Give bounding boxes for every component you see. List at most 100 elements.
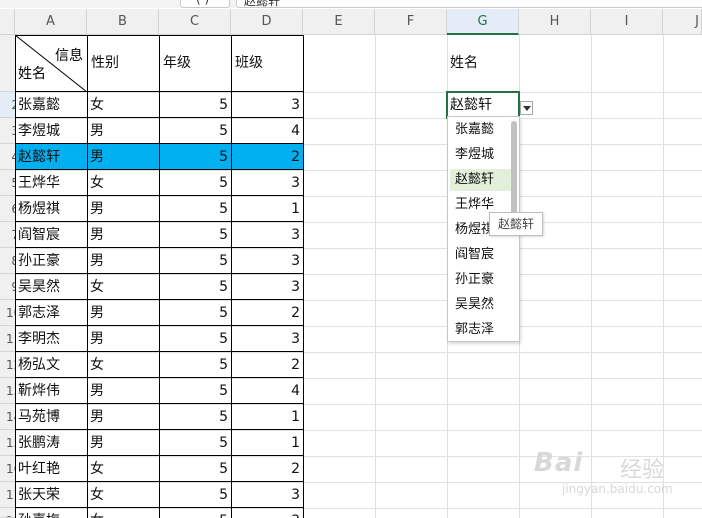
- cell-class[interactable]: 3: [231, 274, 303, 300]
- cell-grade[interactable]: 5: [159, 92, 231, 118]
- column-header-c[interactable]: C: [159, 9, 231, 35]
- cell-grade[interactable]: 5: [159, 144, 231, 170]
- cell-name[interactable]: 靳烨伟: [15, 378, 87, 404]
- cell-grade[interactable]: 5: [159, 430, 231, 456]
- cell-gender[interactable]: 男: [87, 118, 159, 144]
- cell-grade[interactable]: 5: [159, 300, 231, 326]
- cell-gender[interactable]: 女: [87, 352, 159, 378]
- cell-name[interactable]: 马苑博: [15, 404, 87, 430]
- cell-name[interactable]: 赵懿轩: [15, 144, 87, 170]
- cell-gender[interactable]: 女: [87, 92, 159, 118]
- cell-grade[interactable]: 5: [159, 378, 231, 404]
- cell-class[interactable]: 4: [231, 118, 303, 144]
- cell-class[interactable]: 1: [231, 404, 303, 430]
- cell-gender[interactable]: 男: [87, 196, 159, 222]
- cell-gender[interactable]: 女: [87, 170, 159, 196]
- cell-gender[interactable]: 女: [87, 482, 159, 508]
- cell-name[interactable]: 孙嘉梅: [15, 508, 87, 518]
- header-grade[interactable]: 年级: [160, 35, 231, 92]
- cell-gender[interactable]: 男: [87, 248, 159, 274]
- cell-grade[interactable]: 5: [159, 404, 231, 430]
- cell-class[interactable]: 2: [231, 352, 303, 378]
- dropdown-option[interactable]: 阎智宸: [450, 244, 511, 266]
- cell-class[interactable]: 2: [231, 456, 303, 482]
- cell-grade[interactable]: 5: [159, 352, 231, 378]
- cell-grade[interactable]: 5: [159, 248, 231, 274]
- cell-grade[interactable]: 5: [159, 482, 231, 508]
- cell-name[interactable]: 王烨华: [15, 170, 87, 196]
- cell-class[interactable]: 3: [231, 482, 303, 508]
- cell-grade[interactable]: 5: [159, 274, 231, 300]
- cell-name[interactable]: 吴昊然: [15, 274, 87, 300]
- column-header-f[interactable]: F: [375, 9, 447, 35]
- dropdown-option[interactable]: 孙正豪: [450, 269, 511, 291]
- lookup-label[interactable]: 姓名: [447, 35, 519, 92]
- diagonal-header-cell[interactable]: 信息 姓名: [15, 35, 87, 92]
- cell-class[interactable]: 3: [231, 508, 303, 518]
- column-header-a[interactable]: A: [15, 9, 87, 35]
- column-header-b[interactable]: B: [87, 9, 159, 35]
- row-header[interactable]: 10: [0, 300, 15, 326]
- cell-name[interactable]: 张天荣: [15, 482, 87, 508]
- cell-name[interactable]: 孙正豪: [15, 248, 87, 274]
- column-header-j[interactable]: J: [663, 9, 702, 35]
- select-all-corner[interactable]: [0, 9, 15, 35]
- row-header[interactable]: 18: [0, 508, 15, 518]
- cell-grade[interactable]: 5: [159, 508, 231, 518]
- cell-name[interactable]: 叶红艳: [15, 456, 87, 482]
- dropdown-option[interactable]: 郭志泽: [450, 319, 511, 341]
- cell-grade[interactable]: 5: [159, 118, 231, 144]
- formula-input[interactable]: [236, 0, 702, 8]
- row-header[interactable]: 8: [0, 248, 15, 274]
- row-header[interactable]: 12: [0, 352, 15, 378]
- row-header[interactable]: 16: [0, 456, 15, 482]
- cell-class[interactable]: 3: [231, 248, 303, 274]
- cell-class[interactable]: 4: [231, 378, 303, 404]
- cell-grade[interactable]: 5: [159, 170, 231, 196]
- cell-class[interactable]: 1: [231, 430, 303, 456]
- cell-class[interactable]: 2: [231, 300, 303, 326]
- dropdown-option[interactable]: 张嘉懿: [450, 119, 511, 141]
- column-header-i[interactable]: I: [591, 9, 663, 35]
- row-header[interactable]: 7: [0, 222, 15, 248]
- cell-class[interactable]: 3: [231, 326, 303, 352]
- dropdown-option-selected[interactable]: 赵懿轩: [450, 169, 511, 191]
- row-header[interactable]: 6: [0, 196, 15, 222]
- header-class[interactable]: 班级: [232, 35, 303, 92]
- column-header-g[interactable]: G: [447, 9, 519, 35]
- cell-name[interactable]: 郭志泽: [15, 300, 87, 326]
- row-header[interactable]: 14: [0, 404, 15, 430]
- row-header[interactable]: 15: [0, 430, 15, 456]
- row-header[interactable]: 11: [0, 326, 15, 352]
- cell-name[interactable]: 张嘉懿: [15, 92, 87, 118]
- row-header[interactable]: 4: [0, 144, 15, 170]
- cell-gender[interactable]: 男: [87, 300, 159, 326]
- cell-gender[interactable]: 男: [87, 222, 159, 248]
- row-header[interactable]: 13: [0, 378, 15, 404]
- cell-grade[interactable]: 5: [159, 196, 231, 222]
- cell-gender[interactable]: 男: [87, 430, 159, 456]
- cell-class[interactable]: 3: [231, 92, 303, 118]
- dropdown-option[interactable]: 李煜城: [450, 144, 511, 166]
- cell-name[interactable]: 李煜城: [15, 118, 87, 144]
- cell-gender[interactable]: 男: [87, 378, 159, 404]
- cell-grade[interactable]: 5: [159, 326, 231, 352]
- row-header[interactable]: 2: [0, 92, 15, 118]
- cell-grade[interactable]: 5: [159, 222, 231, 248]
- cell-gender[interactable]: 女: [87, 508, 159, 518]
- cell-gender[interactable]: 男: [87, 326, 159, 352]
- cell-gender[interactable]: 男: [87, 404, 159, 430]
- cell-name[interactable]: 张鹏涛: [15, 430, 87, 456]
- row-header[interactable]: 9: [0, 274, 15, 300]
- cell-class[interactable]: 3: [231, 222, 303, 248]
- dropdown-option[interactable]: 吴昊然: [450, 294, 511, 316]
- row-header[interactable]: 5: [0, 170, 15, 196]
- cell-grade[interactable]: 5: [159, 456, 231, 482]
- row-header[interactable]: 17: [0, 482, 15, 508]
- column-header-d[interactable]: D: [231, 9, 303, 35]
- cell-gender[interactable]: 女: [87, 274, 159, 300]
- row-header[interactable]: [0, 35, 15, 92]
- cell-gender[interactable]: 女: [87, 456, 159, 482]
- cell-name[interactable]: 杨煜祺: [15, 196, 87, 222]
- cell-name[interactable]: 杨弘文: [15, 352, 87, 378]
